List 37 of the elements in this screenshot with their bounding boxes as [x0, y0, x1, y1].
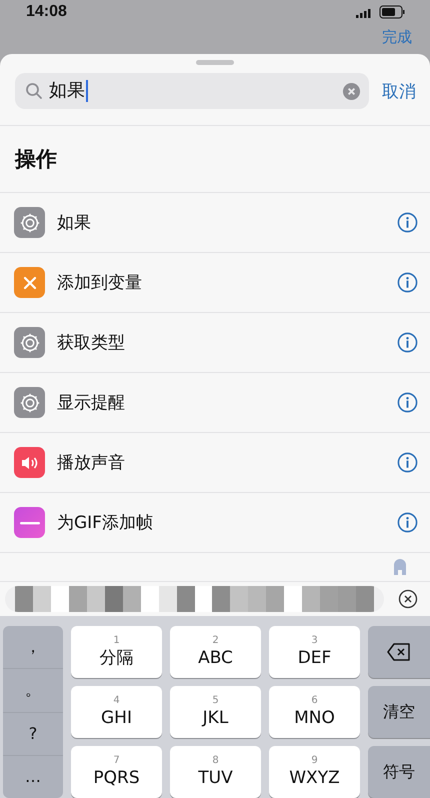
search-field[interactable]: 如果 — [15, 73, 369, 109]
keyboard-key[interactable]: 6 MNO — [269, 686, 360, 738]
status-time: 14:08 — [26, 3, 67, 22]
info-icon[interactable] — [397, 272, 418, 293]
action-row[interactable]: 获取类型 — [0, 313, 430, 373]
keyboard-key[interactable]: 1 分隔 — [71, 626, 162, 678]
close-icon[interactable] — [398, 589, 418, 609]
sheet-handle[interactable] — [196, 60, 234, 65]
info-icon[interactable] — [397, 392, 418, 413]
action-row[interactable]: 为GIF添加帧 — [0, 493, 430, 553]
cancel-button[interactable]: 取消 — [382, 80, 416, 102]
info-icon[interactable] — [397, 512, 418, 533]
action-row[interactable]: 添加到变量 — [0, 253, 430, 313]
keyboard-key[interactable]: 8 TUV — [170, 746, 261, 798]
info-icon[interactable] — [397, 452, 418, 473]
function-key[interactable]: 清空 — [368, 686, 430, 738]
action-row[interactable]: 如果 — [0, 193, 430, 253]
action-row[interactable]: 显示提醒 — [0, 373, 430, 433]
punctuation-key[interactable]: 。 — [3, 669, 63, 712]
info-icon[interactable] — [397, 212, 418, 233]
clear-icon[interactable] — [342, 82, 361, 100]
punctuation-key[interactable]: ? — [3, 712, 63, 756]
delete-key[interactable] — [368, 626, 430, 678]
punctuation-key[interactable]: ， — [3, 626, 63, 670]
keyboard-key[interactable]: 9 WXYZ — [269, 746, 360, 798]
keyboard-key[interactable]: 4 GHI — [71, 686, 162, 738]
section-title: 操作 — [15, 146, 57, 173]
keyboard-key[interactable]: 5 JKL — [170, 686, 261, 738]
backspace-icon — [387, 643, 411, 661]
keyboard-key[interactable]: 7 PQRS — [71, 746, 162, 798]
function-key[interactable]: 符号 — [368, 746, 430, 798]
search-icon — [25, 82, 43, 100]
keyboard-key[interactable]: 2 ABC — [170, 626, 261, 678]
info-icon[interactable] — [397, 332, 418, 353]
punctuation-key[interactable]: … — [3, 756, 63, 798]
keyboard-key[interactable]: 3 DEF — [269, 626, 360, 678]
action-row[interactable]: 播放声音 — [0, 433, 430, 493]
